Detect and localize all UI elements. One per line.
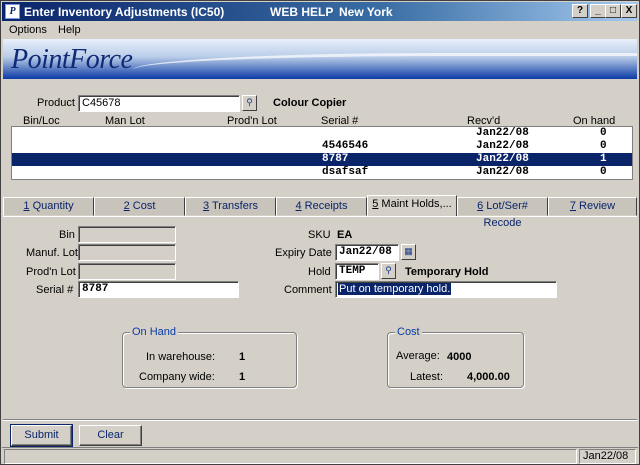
comment-input[interactable]: Put on temporary hold.	[335, 281, 557, 298]
title-bar: P Enter Inventory Adjustments (IC50) WEB…	[2, 2, 638, 21]
bin-label: Bin	[59, 229, 75, 241]
window-title: Enter Inventory Adjustments (IC50)	[24, 5, 225, 19]
tab-lot-ser-recode[interactable]: 6 Lot/Ser# Recode	[457, 197, 548, 229]
web-help-label: WEB HELP	[270, 5, 334, 19]
hold-input[interactable]: TEMP	[335, 263, 379, 280]
tab-receipts[interactable]: 4 Receipts	[276, 197, 367, 216]
tab-strip: 1 Quantity 2 Cost 3 Transfers 4 Receipts…	[3, 195, 637, 229]
submit-button[interactable]: Submit	[10, 424, 73, 447]
manuf-lot-label: Manuf. Lot	[26, 247, 78, 259]
app-icon: P	[5, 4, 20, 19]
minimize-button[interactable]: _	[590, 4, 606, 18]
pointforce-logo: PointForce	[11, 44, 133, 75]
tab-transfers[interactable]: 3 Transfers	[185, 197, 276, 216]
row-recvd: Jan22/08	[476, 127, 529, 139]
tab-transfers-label: Transfers	[209, 200, 259, 212]
row-on-hand: 0	[600, 166, 607, 178]
manuf-lot-field	[78, 244, 176, 261]
menu-help[interactable]: Help	[58, 24, 81, 36]
maximize-button[interactable]: □	[605, 4, 621, 18]
serial-input[interactable]: 8787	[78, 281, 239, 298]
row-on-hand: 0	[600, 127, 607, 139]
product-label: Product	[37, 97, 75, 109]
tab-review[interactable]: 7 Review	[548, 197, 637, 216]
row-recvd: Jan22/08	[476, 166, 529, 178]
footer-divider	[3, 419, 637, 421]
sku-label: SKU	[308, 229, 331, 241]
hold-lookup-icon[interactable]: ⚲	[381, 263, 396, 279]
tab-maint-holds-label: Maint Holds,...	[378, 198, 452, 210]
row-serial: 4546546	[322, 140, 369, 152]
company-wide-label: Company wide:	[139, 371, 215, 383]
latest-cost-value: 4,000.00	[467, 371, 510, 383]
tab-maint-holds[interactable]: 5 Maint Holds,...	[367, 195, 457, 217]
row-on-hand: 1	[600, 153, 607, 165]
expiry-date-input[interactable]: Jan22/08	[335, 244, 399, 261]
table-row-selected[interactable]: 8787 Jan22/08 1	[12, 153, 632, 166]
menu-bar: Options Help	[2, 22, 638, 39]
city-label: New York	[339, 5, 393, 19]
row-on-hand: 0	[600, 140, 607, 152]
table-row[interactable]: Jan22/08 0	[12, 127, 632, 140]
close-button[interactable]: X	[621, 4, 637, 18]
row-serial: dsafsaf	[322, 166, 369, 178]
tab-review-label: Review	[576, 200, 616, 212]
hold-label: Hold	[308, 266, 331, 278]
product-lookup-icon[interactable]: ⚲	[242, 95, 257, 111]
in-warehouse-label: In warehouse:	[146, 351, 216, 363]
expiry-label: Expiry Date	[275, 247, 332, 259]
tab-cost-label: Cost	[129, 200, 156, 212]
menu-options[interactable]: Options	[9, 24, 47, 36]
status-bar: Jan22/08	[2, 447, 638, 464]
latest-cost-label: Latest:	[410, 371, 444, 383]
product-description: Colour Copier	[273, 97, 347, 109]
row-recvd: Jan22/08	[476, 140, 529, 152]
tab-quantity[interactable]: 1 Quantity	[3, 197, 94, 216]
app-window: P Enter Inventory Adjustments (IC50) WEB…	[0, 0, 640, 465]
bin-field	[78, 226, 176, 243]
average-cost-label: Average:	[396, 350, 440, 362]
brand-banner: PointForce	[3, 39, 637, 79]
tab-cost[interactable]: 2 Cost	[94, 197, 185, 216]
product-input[interactable]: C45678	[78, 95, 240, 112]
serial-label: Serial #	[36, 284, 74, 296]
tab-receipts-label: Receipts	[301, 200, 348, 212]
lot-serial-grid: Jan22/08 0 4546546 Jan22/08 0 8787 Jan22…	[11, 126, 633, 180]
row-recvd: Jan22/08	[476, 153, 529, 165]
status-date: Jan22/08	[579, 449, 636, 464]
banner-swoosh	[133, 53, 637, 79]
clear-button[interactable]: Clear	[79, 425, 142, 446]
row-serial: 8787	[322, 153, 349, 165]
comment-text: Put on temporary hold.	[338, 283, 452, 295]
prod-lot-label: Prod'n Lot	[26, 266, 76, 278]
prod-lot-field	[78, 263, 176, 280]
in-warehouse-value: 1	[239, 351, 246, 363]
on-hand-title: On Hand	[130, 326, 179, 338]
table-row[interactable]: 4546546 Jan22/08 0	[12, 140, 632, 153]
cost-title: Cost	[395, 326, 422, 338]
hold-description: Temporary Hold	[405, 266, 489, 278]
table-row[interactable]: dsafsaf Jan22/08 0	[12, 166, 632, 179]
calendar-icon[interactable]: ▦	[401, 244, 416, 260]
tab-quantity-label: Quantity	[29, 200, 74, 212]
company-wide-value: 1	[239, 371, 246, 383]
status-pane-message	[4, 449, 577, 464]
comment-label: Comment	[284, 284, 332, 296]
average-cost-value: 4000	[447, 351, 472, 363]
help-button[interactable]: ?	[572, 4, 588, 18]
sku-value: EA	[337, 229, 353, 241]
